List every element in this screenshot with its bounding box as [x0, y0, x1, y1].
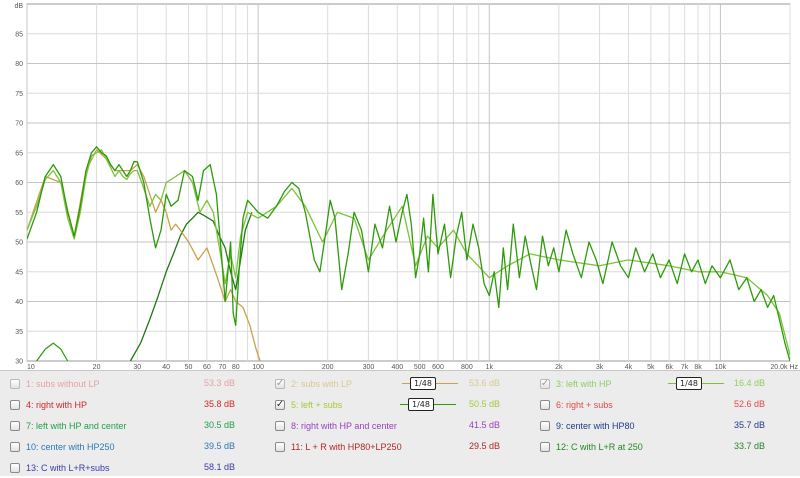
legend-item[interactable]: 9: center with HP80 [540, 415, 635, 436]
y-tick-label: 65 [15, 150, 23, 157]
legend-row: 4: right with HP 35.8 dB ✓ 5: left + subs 1/… [0, 394, 800, 415]
measurement-label: 11: L + R with HP80+LP250 [291, 441, 402, 452]
legend-item[interactable]: ✓ 3: left with HP [540, 373, 612, 394]
legend-item[interactable]: 7: left with HP and center [10, 415, 126, 436]
y-tick-label: 40 [15, 299, 23, 306]
measurement-label: 1: subs without LP [26, 378, 100, 389]
measurement-level-value: 41.5 dB [468, 420, 500, 430]
measurement-label: 5: left + subs [291, 399, 343, 410]
measurement-level-value: 35.8 dB [203, 399, 235, 409]
measurement-label: 3: left with HP [556, 378, 612, 389]
y-tick-label: 35 [15, 329, 23, 336]
measurement-label: 13: C with L+R+subs [26, 462, 110, 473]
legend-row: 13: C with L+R+subs 58.1 dB [0, 457, 800, 478]
legend-item[interactable]: 8: right with HP and center [275, 415, 397, 436]
measurement-checkbox[interactable] [10, 462, 20, 473]
measurement-checkbox[interactable] [10, 420, 20, 431]
measurement-checkbox[interactable] [10, 399, 20, 410]
legend-item[interactable]: 6: right + subs [540, 394, 613, 415]
measurement-level-value: 50.5 dB [468, 399, 500, 409]
measurement-label: 10: center with HP250 [26, 441, 115, 452]
measurement-level-value: 29.5 dB [468, 441, 500, 451]
measurement-checkbox[interactable]: ✓ [275, 399, 285, 410]
legend-item[interactable]: ✓ 5: left + subs [275, 394, 342, 415]
legend-row: 7: left with HP and center 30.5 dB 8: righ… [0, 415, 800, 436]
measurement-label: 7: left with HP and center [26, 420, 127, 431]
legend-row: 1: subs without LP 53.3 dB ✓ 2: subs with L… [0, 373, 800, 394]
measurement-legend-panel: 1: subs without LP 53.3 dB ✓ 2: subs with L… [0, 370, 800, 476]
legend-item[interactable]: ✓ 2: subs with LP [275, 373, 352, 394]
measurement-level-value: 39.5 dB [203, 441, 235, 451]
legend-item[interactable]: 10: center with HP250 [10, 436, 115, 457]
measurement-level-value: 53.6 dB [468, 378, 500, 388]
legend-item[interactable]: 12: C with L+R at 250 [540, 436, 643, 457]
y-tick-label: 50 [15, 240, 23, 247]
measurement-checkbox[interactable] [540, 420, 550, 431]
measurement-label: 6: right + subs [556, 399, 613, 410]
measurement-label: 9: center with HP80 [556, 420, 635, 431]
measurement-checkbox[interactable] [540, 399, 550, 410]
legend-item[interactable]: 13: C with L+R+subs [10, 457, 110, 478]
y-tick-label: 85 [15, 31, 23, 38]
chart-svg: 354045505560657075808530dB10 20 30 40 50 60 70… [14, 3, 798, 371]
measurement-checkbox[interactable]: ✓ [275, 378, 285, 389]
y-tick-label: 80 [15, 61, 23, 68]
measurement-level-value: 52.6 dB [733, 399, 765, 409]
y-unit-label: dB [14, 3, 23, 10]
smoothing-label: 1/48 [410, 377, 436, 390]
y-tick-label: 75 [15, 91, 23, 98]
measurement-checkbox[interactable] [540, 441, 550, 452]
measurement-label: 4: right with HP [26, 399, 88, 410]
measurement-label: 12: C with L+R at 250 [556, 441, 643, 452]
y-tick-label: 55 [15, 210, 23, 217]
measurement-checkbox[interactable] [275, 420, 285, 431]
measurement-level-value: 16.4 dB [733, 378, 765, 388]
measurement-label: 2: subs with LP [291, 378, 353, 389]
legend-row: 10: center with HP250 39.5 dB 11: L + R wi… [0, 436, 800, 457]
measurement-checkbox[interactable]: ✓ [540, 378, 550, 389]
measurement-level-value: 58.1 dB [203, 462, 235, 472]
y-tick-label: 70 [15, 121, 23, 128]
y-tick-label: 30 [15, 359, 23, 366]
smoothing-label: 1/48 [676, 377, 702, 390]
measurement-checkbox[interactable] [10, 441, 20, 452]
measurement-level-value: 35.7 dB [733, 420, 765, 430]
measurement-level-value: 53.3 dB [203, 378, 235, 388]
legend-item[interactable]: 1: subs without LP [10, 373, 100, 394]
y-tick-label: 60 [15, 180, 23, 187]
measurement-level-value: 33.7 dB [733, 441, 765, 451]
smoothing-label: 1/48 [408, 398, 434, 411]
legend-item[interactable]: 4: right with HP [10, 394, 87, 415]
legend-item[interactable]: 11: L + R with HP80+LP250 [275, 436, 402, 457]
y-tick-label: 45 [15, 269, 23, 276]
measurement-level-value: 30.5 dB [203, 420, 235, 430]
frequency-response-plot[interactable]: 35 40 45 50 55 60 65 70 75 80 85 30 dB 10 20 30 40 50 60 70… [0, 0, 800, 371]
measurement-checkbox[interactable] [10, 378, 20, 389]
measurement-checkbox[interactable] [275, 441, 285, 452]
measurement-label: 8: right with HP and center [291, 420, 397, 431]
